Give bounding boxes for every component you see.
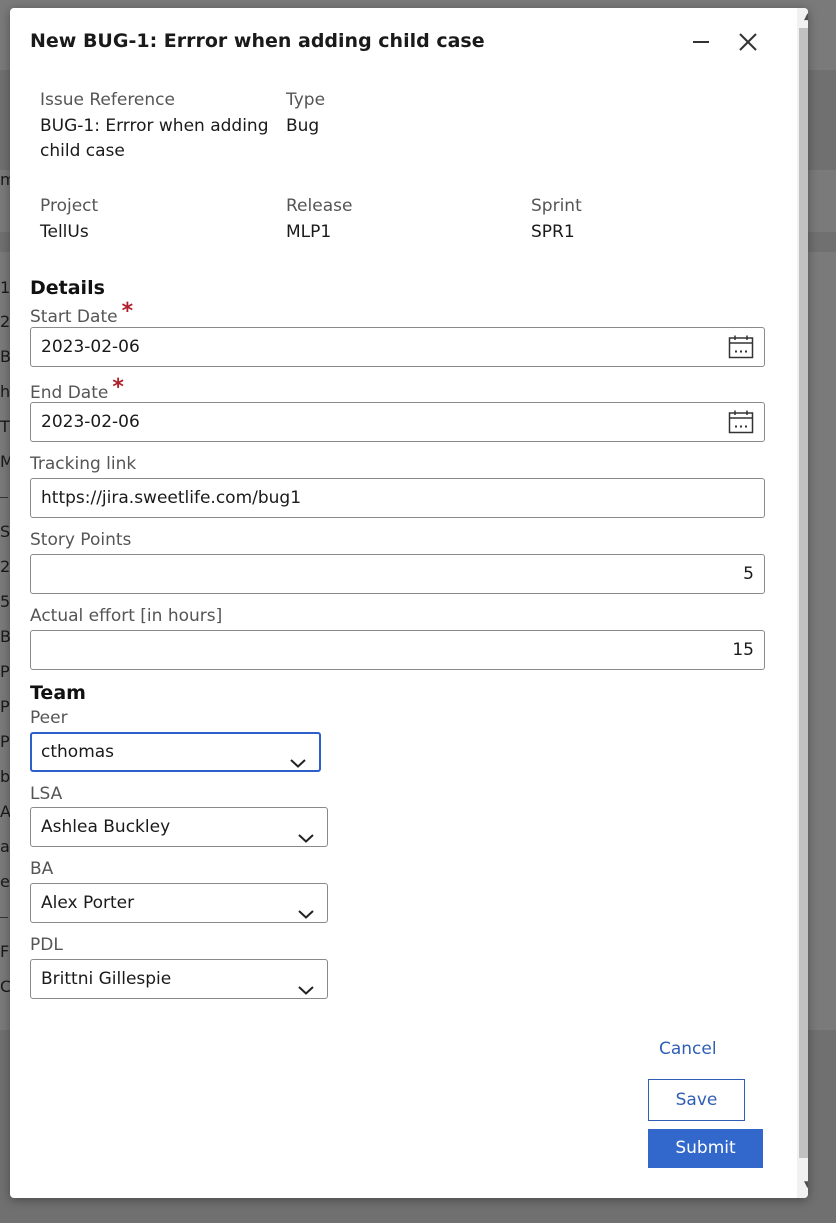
background-text: B (0, 347, 10, 366)
end-date-value: 2023-02-06 (41, 412, 140, 432)
tracking-link-input[interactable]: https://jira.sweetlife.com/bug1 (30, 478, 765, 518)
background-text: e (0, 872, 10, 891)
ba-select[interactable]: Alex Porter (30, 883, 328, 923)
calendar-icon[interactable] (728, 335, 754, 359)
calendar-icon[interactable] (728, 410, 754, 434)
pdl-value: Brittni Gillespie (41, 969, 172, 989)
background-text: T (0, 417, 10, 436)
background-text: B (0, 627, 10, 646)
background-text: A (0, 802, 10, 821)
background-text: C (0, 977, 10, 996)
lsa-value: Ashlea Buckley (41, 817, 171, 837)
background-text: P (0, 697, 10, 716)
background-divider (0, 917, 8, 918)
end-date-label-text: End Date (30, 383, 109, 403)
project-label: Project (40, 196, 99, 216)
chevron-down-icon (297, 972, 315, 995)
end-date-label: End Date * (30, 375, 124, 404)
ba-value: Alex Porter (41, 893, 135, 913)
details-section-title: Details (30, 277, 105, 299)
background-divider (0, 497, 8, 498)
save-button[interactable]: Save (648, 1079, 745, 1121)
ba-label: BA (30, 859, 54, 879)
required-marker: * (121, 299, 134, 324)
issue-reference-value: BUG-1: Errror when adding child case (40, 114, 269, 164)
new-bug-dialog: New BUG-1: Errror when adding child case… (10, 8, 808, 1198)
peer-label: Peer (30, 708, 68, 728)
background-text: F (0, 942, 10, 961)
lsa-label: LSA (30, 784, 63, 804)
lsa-select[interactable]: Ashlea Buckley (30, 807, 328, 847)
pdl-select[interactable]: Brittni Gillespie (30, 959, 328, 999)
scrollbar-thumb[interactable] (799, 28, 808, 1158)
issue-reference-label: Issue Reference (40, 90, 175, 110)
chevron-down-icon (297, 820, 315, 843)
background-text: 5 (0, 592, 10, 611)
background-text: b (0, 767, 10, 786)
actual-effort-label: Actual effort [in hours] (30, 606, 223, 626)
start-date-label: Start Date * (30, 299, 133, 328)
story-points-input[interactable]: 5 (30, 554, 765, 594)
cancel-button[interactable]: Cancel (659, 1039, 717, 1059)
peer-select[interactable]: cthomas (30, 732, 321, 772)
type-value: Bug (286, 116, 320, 136)
team-section-title: Team (30, 682, 86, 704)
background-text: P (0, 732, 10, 751)
release-label: Release (286, 196, 353, 216)
background-text: h (0, 382, 10, 401)
scroll-down-arrow-icon[interactable]: ▼ (797, 1176, 808, 1194)
background-text: a (0, 837, 10, 856)
background-text: S (0, 522, 10, 541)
start-date-label-text: Start Date (30, 307, 118, 327)
story-points-label: Story Points (30, 530, 132, 550)
actual-effort-input[interactable]: 15 (30, 630, 765, 670)
actual-effort-value: 15 (732, 640, 754, 660)
background-text: P (0, 662, 10, 681)
type-label: Type (286, 90, 326, 110)
sprint-value: SPR1 (531, 222, 575, 242)
tracking-link-label: Tracking link (30, 454, 137, 474)
story-points-value: 5 (743, 564, 754, 584)
chevron-down-icon (297, 896, 315, 919)
background-text: 2 (0, 312, 10, 331)
submit-button[interactable]: Submit (648, 1129, 763, 1168)
issue-reference-value-line: BUG-1: Errror when adding (40, 116, 269, 136)
background-text: M (0, 452, 10, 471)
dialog-title: New BUG-1: Errror when adding child case (30, 30, 485, 52)
start-date-value: 2023-02-06 (41, 337, 140, 357)
peer-value: cthomas (41, 742, 115, 762)
sprint-label: Sprint (531, 196, 582, 216)
background-text: m (0, 170, 10, 189)
minimize-icon[interactable] (687, 28, 715, 56)
background-text: 2 (0, 557, 10, 576)
scroll-up-arrow-icon[interactable]: ▲ (797, 8, 808, 26)
tracking-link-value: https://jira.sweetlife.com/bug1 (41, 488, 302, 508)
pdl-label: PDL (30, 935, 63, 955)
start-date-input[interactable]: 2023-02-06 (30, 327, 765, 367)
required-marker: * (112, 375, 124, 400)
scrollbar[interactable]: ▲ ▼ (797, 8, 808, 1198)
release-value: MLP1 (286, 222, 332, 242)
issue-reference-value-line: child case (40, 141, 125, 161)
chevron-down-icon (289, 746, 307, 768)
close-icon[interactable] (734, 28, 762, 56)
project-value: TellUs (40, 222, 89, 242)
end-date-input[interactable]: 2023-02-06 (30, 402, 765, 442)
background-text: 1 (0, 278, 10, 297)
